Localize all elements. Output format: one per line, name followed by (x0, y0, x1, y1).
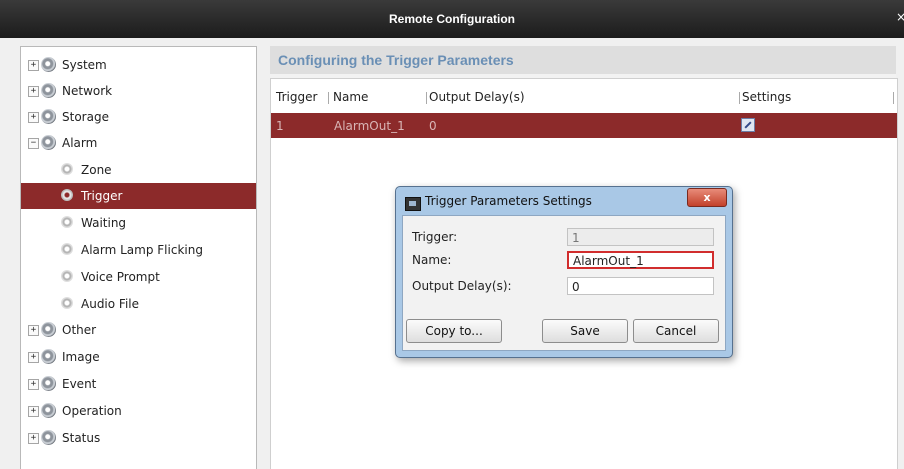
gear-icon (41, 135, 56, 150)
gear-icon (41, 403, 56, 418)
trigger-settings-dialog: Trigger Parameters Settings x Trigger: 1… (395, 186, 733, 358)
tree-item-system[interactable]: + System (21, 52, 256, 78)
expand-icon[interactable]: + (28, 112, 39, 123)
trigger-label: Trigger: (412, 230, 458, 244)
expand-icon[interactable]: + (28, 352, 39, 363)
tree-item-image[interactable]: + Image (21, 344, 256, 370)
gear-icon (41, 349, 56, 364)
tree-item-operation[interactable]: + Operation (21, 398, 256, 424)
tree-item-voice-prompt[interactable]: Voice Prompt (21, 264, 256, 290)
tree-item-label: Voice Prompt (81, 270, 160, 284)
small-gear-icon (61, 270, 73, 282)
panel-title: Configuring the Trigger Parameters (278, 52, 514, 68)
copy-to-button[interactable]: Copy to... (406, 319, 502, 343)
tree-item-label: Trigger (81, 189, 123, 203)
edit-icon[interactable] (741, 118, 755, 132)
close-button[interactable]: x (687, 188, 727, 207)
column-divider (426, 92, 427, 104)
column-header-trigger[interactable]: Trigger (276, 90, 317, 104)
tree-item-label: Status (62, 431, 101, 445)
panel-header: Configuring the Trigger Parameters (270, 46, 896, 74)
tree-item-label: Event (62, 377, 97, 391)
tree-item-label: Audio File (81, 297, 140, 311)
small-gear-icon (61, 189, 73, 201)
small-gear-icon (61, 243, 73, 255)
tree-item-label: Alarm (62, 136, 98, 150)
name-field[interactable]: AlarmOut_1 (567, 251, 714, 269)
expand-icon[interactable]: + (28, 60, 39, 71)
tree-item-trigger[interactable]: Trigger (21, 183, 256, 209)
tree-item-other[interactable]: + Other (21, 317, 256, 343)
tree-item-label: Waiting (81, 216, 127, 230)
tree-item-label: Storage (62, 110, 109, 124)
tree-item-event[interactable]: + Event (21, 371, 256, 397)
app-icon (405, 197, 421, 211)
tree-item-label: Network (62, 84, 113, 98)
expand-icon[interactable]: + (28, 433, 39, 444)
tree-item-label: Alarm Lamp Flicking (81, 243, 203, 257)
output-delay-label: Output Delay(s): (412, 279, 512, 293)
config-tree: + System + Network + Storage − Alarm Zon… (20, 46, 257, 469)
tree-item-audio-file[interactable]: Audio File (21, 291, 256, 317)
column-divider (893, 92, 894, 104)
trigger-field: 1 (567, 228, 714, 246)
cell-name: AlarmOut_1 (334, 119, 405, 133)
window-close-icon[interactable]: × (896, 10, 904, 24)
dialog-body: Trigger: 1 Name: AlarmOut_1 Output Delay… (402, 215, 726, 351)
column-divider (328, 92, 329, 104)
save-button[interactable]: Save (542, 319, 628, 343)
tree-item-alarm-lamp-flicking[interactable]: Alarm Lamp Flicking (21, 237, 256, 263)
small-gear-icon (61, 163, 73, 175)
gear-icon (41, 83, 56, 98)
collapse-icon[interactable]: − (28, 138, 39, 149)
gear-icon (41, 109, 56, 124)
gear-icon (41, 57, 56, 72)
tree-item-zone[interactable]: Zone (21, 157, 256, 183)
window-title: Remote Configuration (389, 12, 515, 26)
gear-icon (41, 430, 56, 445)
tree-item-label: Operation (62, 404, 122, 418)
output-delay-field[interactable]: 0 (567, 277, 714, 295)
tree-item-status[interactable]: + Status (21, 425, 256, 451)
expand-icon[interactable]: + (28, 379, 39, 390)
tree-item-waiting[interactable]: Waiting (21, 210, 256, 236)
tree-item-network[interactable]: + Network (21, 78, 256, 104)
column-header-output-delay[interactable]: Output Delay(s) (429, 90, 525, 104)
small-gear-icon (61, 297, 73, 309)
column-header-settings[interactable]: Settings (742, 90, 791, 104)
small-gear-icon (61, 216, 73, 228)
tree-item-storage[interactable]: + Storage (21, 104, 256, 130)
expand-icon[interactable]: + (28, 86, 39, 97)
tree-item-label: System (62, 58, 107, 72)
column-header-name[interactable]: Name (333, 90, 368, 104)
name-label: Name: (412, 253, 452, 267)
cell-trigger: 1 (276, 119, 284, 133)
column-divider (739, 92, 740, 104)
dialog-title: Trigger Parameters Settings (425, 194, 592, 208)
tree-item-label: Other (62, 323, 97, 337)
tree-item-alarm[interactable]: − Alarm (21, 130, 256, 156)
tree-item-label: Zone (81, 163, 112, 177)
gear-icon (41, 322, 56, 337)
title-bar: Remote Configuration × (0, 0, 904, 38)
tree-item-label: Image (62, 350, 100, 364)
cancel-button[interactable]: Cancel (633, 319, 719, 343)
expand-icon[interactable]: + (28, 325, 39, 336)
expand-icon[interactable]: + (28, 406, 39, 417)
table-row[interactable]: 1 AlarmOut_1 0 (271, 113, 897, 138)
gear-icon (41, 376, 56, 391)
cell-output-delay: 0 (429, 119, 437, 133)
